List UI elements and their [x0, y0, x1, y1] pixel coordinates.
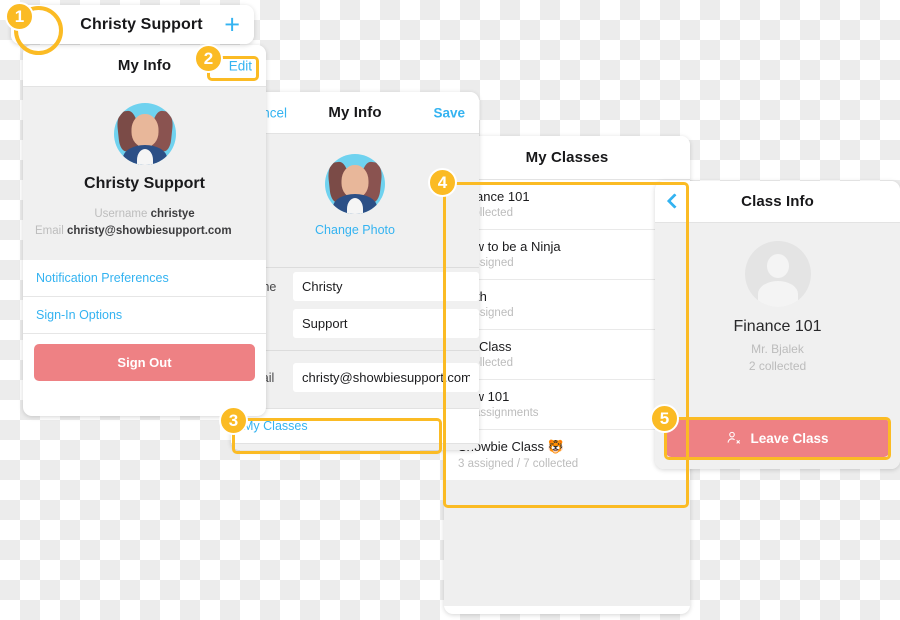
class-teacher: Mr. Bjalek — [751, 342, 804, 356]
edit-header: Cancel My Info Save — [231, 92, 479, 134]
class-info-panel: Class Info Finance 101 Mr. Bjalek 2 coll… — [655, 181, 900, 469]
account-header-panel: Christy Support + — [11, 5, 254, 44]
edit-title: My Info — [328, 104, 382, 121]
my-info-panel: My Info Edit Christy Support Username ch… — [23, 45, 266, 416]
class-subtitle: 1 collected — [458, 357, 513, 369]
back-button[interactable] — [666, 192, 683, 209]
list-item[interactable]: How to be a Ninja 1 assigned — [444, 230, 690, 280]
class-avatar-placeholder — [744, 241, 811, 307]
sign-out-container: Sign Out — [23, 334, 266, 393]
my-classes-panel: My Classes Finance 101 2 collected How t… — [444, 136, 690, 614]
my-info-title: My Info — [117, 57, 172, 74]
add-button[interactable]: + — [224, 11, 240, 38]
class-subtitle: 1 assigned — [458, 257, 514, 269]
avatar — [113, 103, 176, 165]
change-photo-button[interactable]: Change Photo — [231, 223, 479, 237]
profile-email-row: Email christy@showbiesupport.com — [23, 223, 266, 240]
callout-badge-5: 5 — [650, 404, 679, 433]
class-name: Math — [458, 289, 668, 304]
username-label: Username — [94, 208, 148, 220]
profile-summary: Christy Support Username christye Email … — [23, 87, 266, 260]
avatar — [325, 154, 385, 214]
edit-button[interactable]: Edit — [229, 58, 252, 73]
class-info-title: Class Info — [741, 193, 814, 210]
leave-class-label: Leave Class — [750, 430, 829, 446]
screenshot-stage: Christy Support + My Info Edit Christy S… — [0, 0, 900, 620]
profile-name: Christy Support — [84, 175, 205, 192]
class-name: How to be a Ninja — [458, 239, 561, 254]
list-item[interactable]: My Class 1 collected — [444, 330, 690, 380]
username-value: christye — [150, 208, 195, 220]
sidebar-item-notification-preferences[interactable]: Notification Preferences — [23, 260, 266, 297]
class-info-header: Class Info — [655, 181, 900, 223]
last-name-row — [231, 305, 479, 342]
email-row: Email — [231, 359, 479, 396]
sidebar-item-sign-in-options[interactable]: Sign-In Options — [23, 297, 266, 334]
account-header-bar: Christy Support + — [11, 5, 254, 44]
list-item[interactable]: Finance 101 2 collected — [444, 180, 690, 230]
first-name-row: Name — [231, 268, 479, 305]
callout-badge-4: 4 — [428, 168, 457, 197]
save-button[interactable]: Save — [433, 105, 465, 120]
email-value: christy@showbiesupport.com — [66, 225, 232, 237]
class-subtitle: 2 assigned — [458, 307, 514, 319]
my-classes-header: My Classes — [444, 136, 690, 180]
sign-out-button[interactable]: Sign Out — [34, 344, 255, 381]
first-name-input[interactable] — [293, 272, 479, 301]
email-input[interactable] — [293, 363, 479, 392]
class-name: New 101 — [458, 389, 510, 404]
last-name-input[interactable] — [293, 309, 479, 338]
my-info-header: My Info Edit — [23, 45, 266, 87]
edit-my-info-panel: Cancel My Info Save Change Photo Name — [231, 92, 479, 450]
class-status: 2 collected — [748, 359, 807, 373]
email-label: Email — [35, 225, 64, 237]
plus-icon: + — [224, 9, 240, 39]
callout-badge-3: 3 — [219, 406, 248, 435]
list-item[interactable]: Showbie Class 🐯 3 assigned / 7 collected — [444, 430, 690, 480]
class-subtitle: no assignments — [458, 407, 539, 419]
person-remove-icon — [728, 431, 741, 444]
chevron-left-icon — [666, 192, 683, 209]
class-name: Finance 101 — [733, 318, 822, 335]
callout-badge-1: 1 — [5, 2, 34, 31]
class-list: Finance 101 2 collected How to be a Ninj… — [444, 180, 690, 480]
profile-username-row: Username christye — [23, 206, 266, 223]
field-divider — [231, 350, 479, 351]
my-classes-link[interactable]: My Classes — [231, 408, 479, 444]
class-subtitle: 2 collected — [458, 207, 513, 219]
class-name: My Class — [458, 339, 512, 354]
callout-badge-2: 2 — [194, 44, 223, 73]
account-title: Christy Support — [80, 15, 203, 33]
leave-class-container: Leave Class — [666, 419, 889, 457]
my-classes-title: My Classes — [525, 149, 609, 166]
leave-class-button[interactable]: Leave Class — [666, 419, 889, 457]
class-subtitle: 3 assigned / 7 collected — [458, 458, 579, 470]
class-info-body: Finance 101 Mr. Bjalek 2 collected Leave… — [655, 223, 900, 469]
class-name: Showbie Class 🐯 — [458, 439, 564, 454]
class-name: Finance 101 — [458, 189, 530, 204]
name-field-group: Name Email — [231, 267, 479, 396]
empty-area — [444, 480, 690, 606]
list-item[interactable]: Math 2 assigned — [444, 280, 690, 330]
